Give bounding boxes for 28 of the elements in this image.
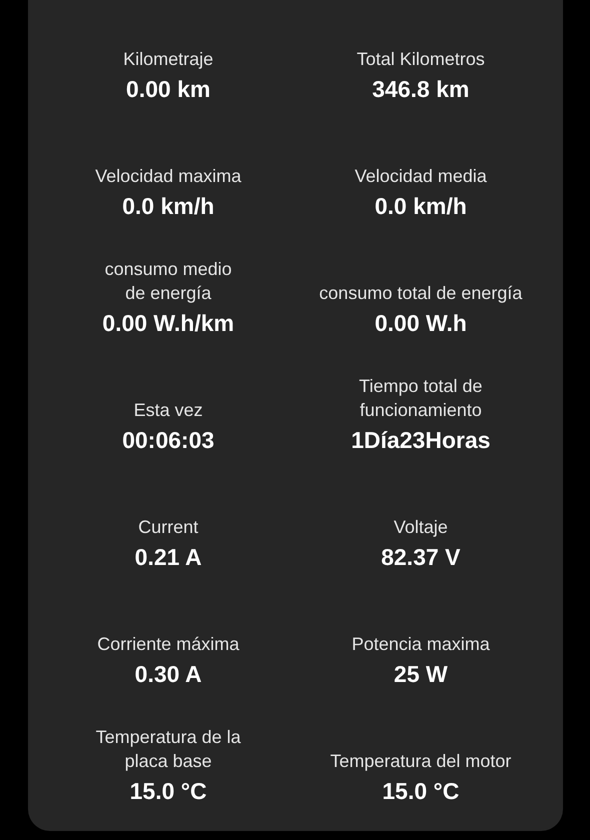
stat-label: Temperatura del motor	[330, 750, 512, 773]
stat-label: consumo total de energía	[319, 282, 522, 305]
stat-value: 0.00 W.h/km	[102, 309, 234, 338]
stat-label: Velocidad media	[354, 165, 487, 188]
stat-value: 346.8 km	[372, 75, 470, 104]
stat-value: 0.21 A	[134, 543, 202, 572]
stat-label: Tiempo total de funcionamiento	[359, 375, 482, 422]
stat-value: 1Día23Horas	[351, 426, 490, 455]
stat-label: Esta vez	[134, 399, 203, 422]
stat-label: consumo medio de energía	[104, 258, 232, 305]
stat-label: Current	[138, 516, 198, 539]
stat-value: 82.37 V	[381, 543, 460, 572]
stat-value: 25 W	[394, 660, 448, 689]
stat-label: Kilometraje	[123, 48, 214, 71]
stat-label: Potencia maxima	[352, 633, 490, 656]
stat-value: 0.0 km/h	[122, 192, 214, 221]
stat-value: 0.00 W.h	[374, 309, 467, 338]
stat-value: 0.30 A	[134, 660, 202, 689]
stat-label: Total Kilometros	[356, 48, 485, 71]
stat-value: 15.0 °C	[382, 777, 460, 806]
stat-value: 00:06:03	[122, 426, 214, 455]
stat-value: 0.00 km	[126, 75, 210, 104]
stat-label: Temperatura de la placa base	[96, 726, 241, 773]
stat-value: 0.0 km/h	[374, 192, 467, 221]
stat-value: 15.0 °C	[130, 777, 207, 806]
stat-label: Velocidad maxima	[95, 165, 242, 188]
stat-label: Corriente máxima	[97, 633, 240, 656]
stat-label: Voltaje	[394, 516, 448, 539]
